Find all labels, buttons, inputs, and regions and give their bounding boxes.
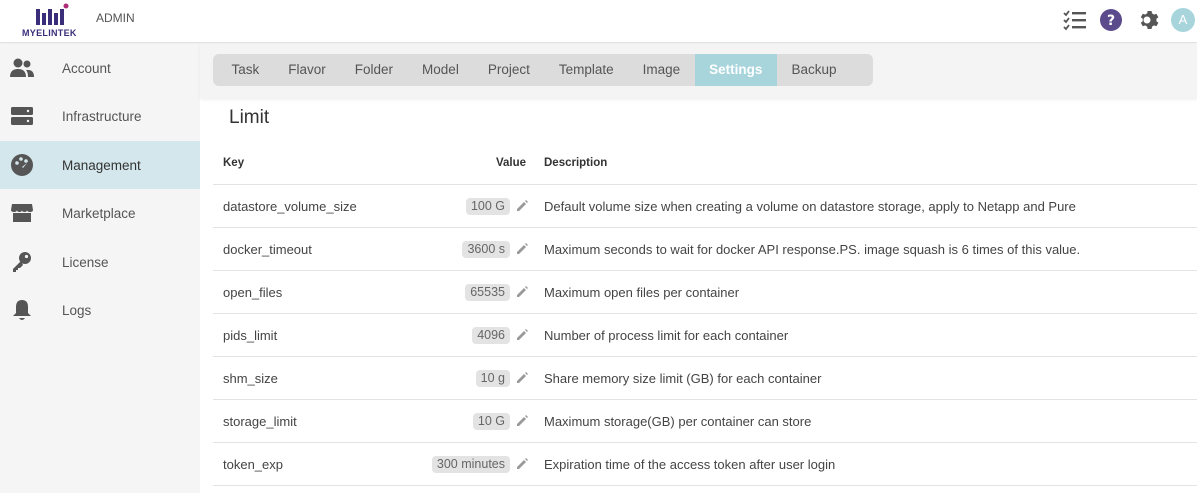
pencil-icon[interactable]: [515, 457, 529, 471]
setting-description: Share memory size limit (GB) for each co…: [544, 371, 822, 386]
logo-mark-icon: [36, 3, 69, 25]
tab-flavor[interactable]: Flavor: [274, 54, 341, 86]
column-header-description: Description: [544, 157, 608, 169]
tab-template[interactable]: Template: [544, 54, 628, 86]
setting-key: open_files: [223, 285, 283, 300]
tab-folder[interactable]: Folder: [340, 54, 407, 86]
sidebar: Account Infrastructure Management Market…: [0, 44, 200, 493]
pencil-icon[interactable]: [515, 285, 529, 299]
pencil-icon[interactable]: [515, 242, 529, 256]
sidebar-item-account[interactable]: Account: [0, 44, 200, 92]
myelintek-logo[interactable]: MYELINTEK: [20, 3, 84, 39]
table-row: docker_timeout 3600 s Maximum seconds to…: [213, 228, 1197, 271]
column-header-key: Key: [223, 157, 245, 169]
sidebar-item-logs[interactable]: Logs: [0, 286, 200, 334]
sidebar-item-label: Account: [62, 60, 111, 76]
setting-value: 10 g: [475, 370, 510, 387]
palette-icon: [9, 152, 35, 178]
users-icon: [9, 55, 35, 81]
setting-key: shm_size: [223, 371, 278, 386]
tab-strip: Task Flavor Folder Model Project Templat…: [200, 44, 1197, 98]
setting-description: Default volume size when creating a volu…: [544, 199, 1076, 214]
table-row: pids_limit 4096 Number of process limit …: [213, 314, 1197, 357]
help-icon[interactable]: ?: [1096, 5, 1126, 35]
setting-value: 4096: [472, 327, 510, 344]
settings-table: Key Value Description datastore_volume_s…: [213, 141, 1197, 486]
pencil-icon[interactable]: [515, 371, 529, 385]
tab-backup[interactable]: Backup: [777, 54, 851, 86]
table-row: datastore_volume_size 100 G Default volu…: [213, 185, 1197, 228]
setting-key: storage_limit: [223, 414, 297, 429]
sidebar-item-marketplace[interactable]: Marketplace: [0, 189, 200, 237]
table-row: shm_size 10 g Share memory size limit (G…: [213, 357, 1197, 400]
tab-bar: Task Flavor Folder Model Project Templat…: [213, 54, 873, 86]
setting-value: 65535: [465, 284, 510, 301]
tab-task[interactable]: Task: [217, 54, 274, 86]
store-icon: [9, 200, 35, 226]
sidebar-item-label: Management: [62, 157, 141, 173]
table-row: storage_limit 10 G Maximum storage(GB) p…: [213, 400, 1197, 443]
logo-wordmark: MYELINTEK: [22, 28, 77, 38]
sidebar-item-label: License: [62, 254, 109, 270]
tab-image[interactable]: Image: [628, 54, 695, 86]
pencil-icon[interactable]: [515, 414, 529, 428]
setting-description: Number of process limit for each contain…: [544, 328, 789, 343]
role-label: ADMIN: [96, 11, 135, 25]
sidebar-item-infrastructure[interactable]: Infrastructure: [0, 92, 200, 140]
top-header: MYELINTEK ADMIN ? A: [0, 0, 1197, 43]
setting-key: token_exp: [223, 457, 283, 472]
column-header-value: Value: [496, 157, 527, 169]
sidebar-item-label: Marketplace: [62, 205, 136, 221]
gear-icon[interactable]: [1132, 5, 1162, 35]
server-icon: [9, 103, 35, 129]
setting-description: Maximum storage(GB) per container can st…: [544, 414, 812, 429]
tab-project[interactable]: Project: [473, 54, 544, 86]
svg-text:?: ?: [1107, 13, 1115, 29]
main-content: Task Flavor Folder Model Project Templat…: [200, 44, 1197, 493]
setting-value: 10 G: [472, 413, 510, 430]
setting-value: 300 minutes: [431, 456, 510, 473]
avatar-letter: A: [1171, 8, 1195, 32]
sidebar-item-label: Logs: [62, 302, 92, 318]
sidebar-item-label: Infrastructure: [62, 108, 142, 124]
tab-settings[interactable]: Settings: [694, 54, 777, 86]
pencil-icon[interactable]: [515, 328, 529, 342]
setting-key: docker_timeout: [223, 242, 312, 257]
pencil-icon[interactable]: [515, 199, 529, 213]
table-row: token_exp 300 minutes Expiration time of…: [213, 443, 1197, 486]
setting-description: Maximum seconds to wait for docker API r…: [544, 242, 1081, 257]
setting-description: Expiration time of the access token afte…: [544, 457, 836, 472]
sidebar-item-management[interactable]: Management: [0, 141, 200, 189]
table-row: open_files 65535 Maximum open files per …: [213, 271, 1197, 314]
bell-icon: [9, 297, 35, 323]
avatar[interactable]: A: [1168, 5, 1197, 35]
setting-value: 3600 s: [462, 241, 510, 258]
setting-value: 100 G: [465, 198, 510, 215]
setting-description: Maximum open files per container: [544, 285, 740, 300]
section-title: Limit: [229, 107, 270, 128]
table-header: Key Value Description: [213, 141, 1197, 185]
key-icon: [9, 249, 35, 275]
setting-key: pids_limit: [223, 328, 278, 343]
checklist-icon[interactable]: [1060, 5, 1090, 35]
sidebar-item-license[interactable]: License: [0, 238, 200, 286]
tab-model[interactable]: Model: [408, 54, 474, 86]
setting-key: datastore_volume_size: [223, 199, 357, 214]
